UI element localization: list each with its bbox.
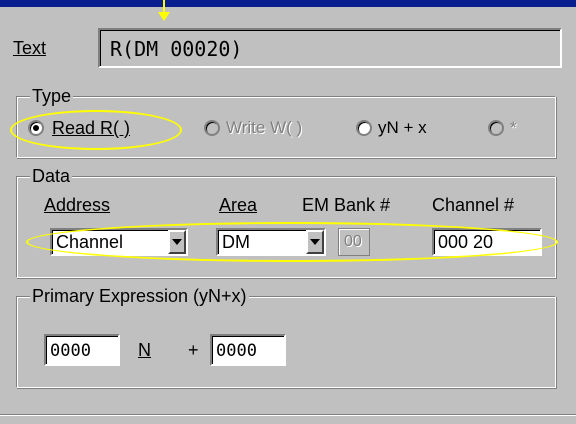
n-coefficient-value: 0000 [50, 341, 91, 361]
address-value: Channel [56, 232, 124, 252]
text-field-value: R(DM 00020) [110, 37, 243, 61]
radio-read-button[interactable] [28, 120, 44, 136]
radio-write-button[interactable] [204, 120, 220, 136]
address-dropdown-button[interactable] [168, 230, 186, 254]
address-label: Address [44, 195, 111, 215]
radio-dot [33, 125, 39, 131]
primary-expression-legend: Primary Expression (yN+x) [30, 286, 249, 306]
x-offset-field[interactable]: 0000 [210, 334, 286, 366]
radio-read[interactable]: Read R( ) [28, 116, 168, 140]
title-bar [0, 0, 576, 7]
radio-write[interactable]: Write W( ) [204, 116, 344, 140]
n-label: N [138, 340, 151, 360]
channel-field[interactable]: 000 20 [432, 228, 542, 256]
chevron-down-icon [172, 239, 182, 245]
address-dropdown[interactable]: Channel [50, 228, 188, 256]
text-field[interactable]: R(DM 00020) [98, 28, 562, 68]
channel-label: Channel # [432, 195, 515, 215]
text-label: Text [13, 38, 47, 58]
area-label: Area [219, 195, 258, 215]
area-value: DM [222, 232, 250, 252]
x-offset-value: 0000 [216, 341, 257, 361]
em-bank-value: 00 [344, 233, 362, 250]
arrow-down-icon [158, 0, 170, 21]
plus-sign: + [188, 340, 199, 360]
em-bank-label: EM Bank # [302, 195, 391, 215]
radio-yn-x-button[interactable] [356, 120, 372, 136]
radio-star[interactable]: * [488, 116, 538, 140]
area-dropdown-button[interactable] [306, 230, 324, 254]
radio-star-button[interactable] [488, 120, 504, 136]
channel-value: 000 20 [438, 232, 494, 252]
bottom-divider [0, 414, 576, 416]
data-legend: Data [30, 166, 73, 186]
radio-yn-x[interactable]: yN + x [356, 116, 466, 140]
em-bank-field[interactable]: 00 [338, 228, 370, 256]
radio-star-label: * [510, 118, 517, 137]
radio-read-label: Read R( ) [52, 118, 131, 138]
type-legend: Type [30, 86, 74, 106]
radio-yn-x-label: yN + x [378, 118, 427, 137]
chevron-down-icon [310, 239, 320, 245]
area-dropdown[interactable]: DM [216, 228, 326, 256]
radio-write-label: Write W( ) [226, 118, 303, 137]
n-coefficient-field[interactable]: 0000 [44, 334, 120, 366]
data-groupbox [16, 176, 556, 278]
